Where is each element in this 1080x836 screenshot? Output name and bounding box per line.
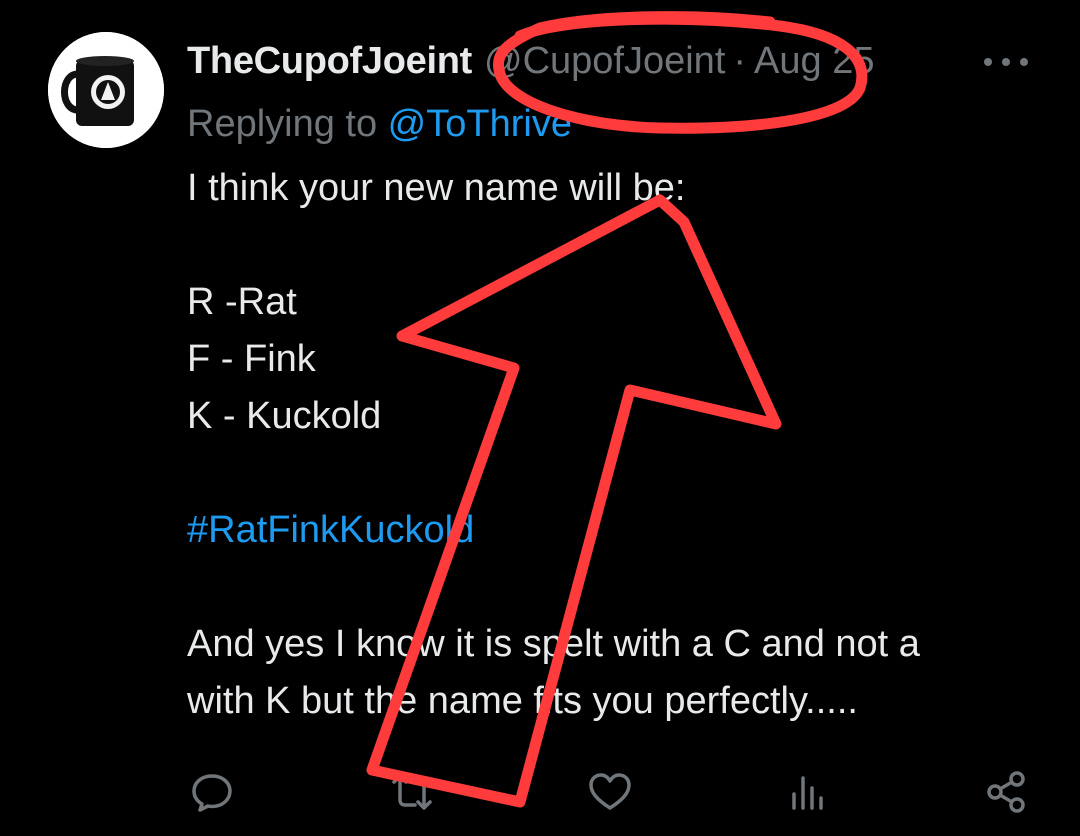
replying-to-mention[interactable]: @ToThrive <box>388 103 572 145</box>
share-icon <box>987 771 1025 813</box>
tweet-line: K - Kuckold <box>187 395 382 437</box>
tweet-line: I think your new name will be: <box>187 167 686 209</box>
reply-button[interactable] <box>188 768 236 816</box>
reply-icon <box>192 774 232 812</box>
tweet-header: TheCupofJoeint @CupofJoeint · Aug 25 <box>187 36 875 86</box>
tweet-line: with K but the name fits you perfectly..… <box>187 680 858 722</box>
views-chart-icon <box>792 776 823 810</box>
author-handle[interactable]: @CupofJoeint <box>484 36 725 86</box>
replying-to-label: Replying to <box>187 103 388 145</box>
retweet-button[interactable] <box>388 768 436 816</box>
tweet-date[interactable]: Aug 25 <box>754 36 874 86</box>
separator-dot: · <box>733 40 747 82</box>
coffee-mug-avatar-image <box>48 32 164 148</box>
tweet-action-bar <box>0 760 1080 820</box>
tweet-body: I think your new name will be: R -Rat F … <box>187 160 1047 730</box>
tweet-line: And yes I know it is spelt with a C and … <box>187 623 920 665</box>
avatar[interactable] <box>48 32 164 148</box>
heart-icon <box>589 773 631 810</box>
tweet-line: R -Rat <box>187 281 297 323</box>
tweet-line: F - Fink <box>187 338 316 380</box>
replying-to-line: Replying to @ToThrive <box>187 100 572 148</box>
views-button[interactable] <box>784 768 832 816</box>
retweet-icon <box>392 774 432 810</box>
like-button[interactable] <box>586 768 634 816</box>
more-options-icon[interactable] <box>984 52 1028 72</box>
share-button[interactable] <box>982 768 1030 816</box>
author-display-name[interactable]: TheCupofJoeint <box>187 36 472 86</box>
hashtag-link[interactable]: #RatFinkKuckold <box>187 502 1047 559</box>
